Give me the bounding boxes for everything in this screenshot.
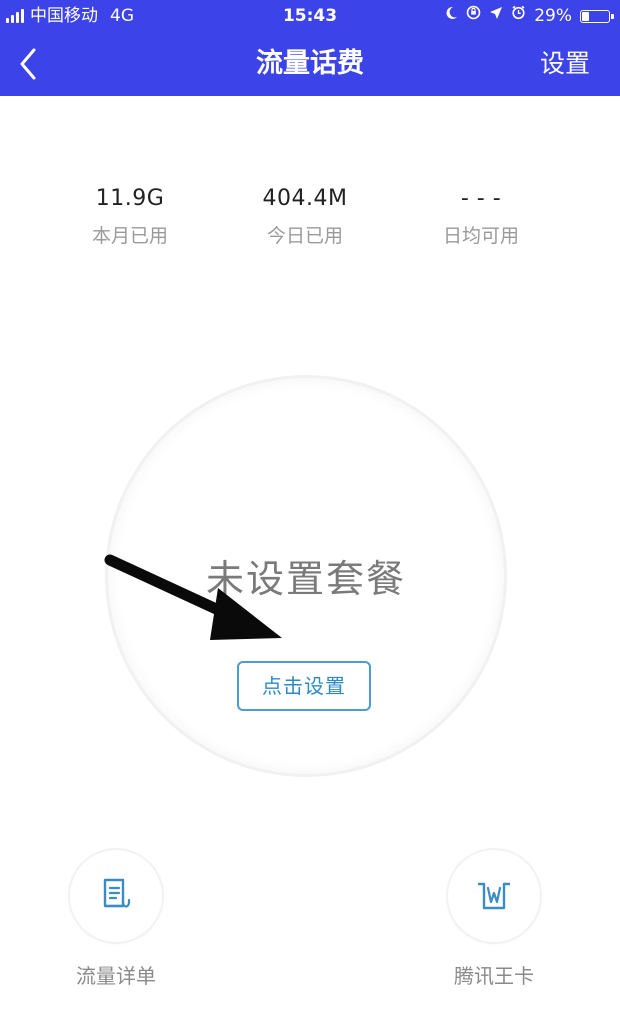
- nav-bar: 流量话费 设置: [0, 32, 620, 96]
- stat-label: 本月已用: [91, 225, 168, 247]
- arrow-annotation-icon: [104, 554, 282, 640]
- shortcut-data-details[interactable]: 流量详单: [41, 850, 191, 989]
- stat-label: 今日已用: [266, 225, 343, 247]
- shortcut-label: 流量详单: [76, 964, 156, 988]
- battery-percent: 29%: [534, 6, 572, 26]
- status-bar: 中国移动 4G 15:43 29%: [0, 0, 620, 32]
- stat-value: 11.9G: [95, 186, 165, 211]
- status-right: 29%: [444, 0, 614, 32]
- shortcut-icon-container: [448, 850, 540, 942]
- settings-button[interactable]: 设置: [540, 32, 590, 96]
- king-card-icon: [478, 882, 510, 910]
- location-icon: [489, 0, 503, 32]
- app-header: 中国移动 4G 15:43 29% 流量话费 设置: [0, 0, 620, 96]
- stat-value: - - -: [460, 186, 502, 211]
- stat-label: 日均可用: [442, 225, 519, 247]
- usage-stats: 11.9G 本月已用 404.4M 今日已用 - - - 日均可用: [0, 186, 620, 266]
- stat-value: 404.4M: [262, 186, 348, 211]
- shortcut-label: 腾讯王卡: [454, 964, 534, 988]
- setup-plan-button[interactable]: 点击设置: [237, 661, 371, 711]
- stat-daily-available: - - - 日均可用: [391, 186, 571, 248]
- shortcut-icon-container: [70, 850, 162, 942]
- alarm-icon: [511, 0, 526, 32]
- shortcut-king-card[interactable]: 腾讯王卡: [419, 850, 569, 989]
- battery-icon: [580, 9, 614, 23]
- stat-today-used: 404.4M 今日已用: [215, 186, 395, 248]
- page-title: 流量话费: [256, 48, 364, 79]
- document-list-icon: [103, 878, 131, 908]
- stat-month-used: 11.9G 本月已用: [40, 186, 220, 248]
- orientation-lock-icon: [466, 0, 481, 32]
- moon-icon: [444, 0, 458, 32]
